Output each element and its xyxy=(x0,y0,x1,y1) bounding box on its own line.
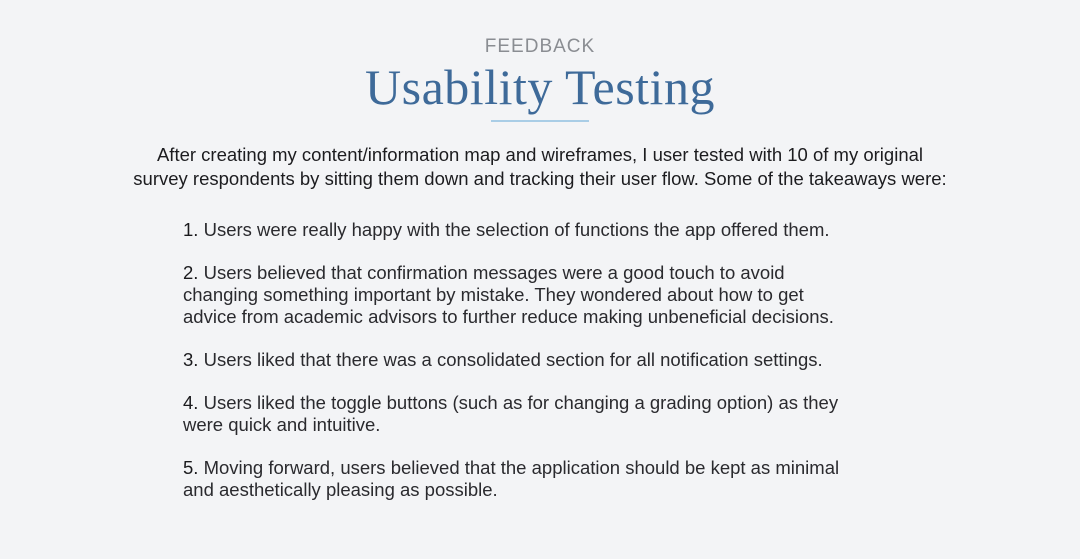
takeaway-item-2: 2. Users believed that confirmation mess… xyxy=(183,262,923,328)
intro-line-1: After creating my content/information ma… xyxy=(156,144,924,165)
title-underline-divider xyxy=(491,120,589,122)
takeaway-text: were quick and intuitive. xyxy=(183,414,381,435)
takeaway-item-4: 4. Users liked the toggle buttons (such … xyxy=(183,392,923,436)
takeaway-text: changing something important by mistake.… xyxy=(183,284,804,305)
takeaway-item-3: 3. Users liked that there was a consolid… xyxy=(183,349,923,371)
takeaway-number: 5. xyxy=(183,457,199,478)
takeaway-text: Moving forward, users believed that the … xyxy=(203,457,840,478)
takeaway-item-1: 1. Users were really happy with the sele… xyxy=(183,219,923,241)
intro-paragraph: After creating my content/information ma… xyxy=(60,143,1020,191)
takeaway-text: Users liked the toggle buttons (such as … xyxy=(203,392,839,413)
takeaway-text: Users were really happy with the selecti… xyxy=(203,219,830,240)
takeaway-text: Users liked that there was a consolidate… xyxy=(203,349,823,370)
takeaways-list: 1. Users were really happy with the sele… xyxy=(183,219,923,522)
intro-line-2: survey respondents by sitting them down … xyxy=(133,168,947,189)
page-title: Usability Testing xyxy=(365,59,715,115)
takeaway-number: 2. xyxy=(183,262,199,283)
takeaway-text: and aesthetically pleasing as possible. xyxy=(183,479,498,500)
feedback-slide: FEEDBACK Usability Testing After creatin… xyxy=(0,0,1080,559)
takeaway-text: Users believed that confirmation message… xyxy=(203,262,785,283)
takeaway-number: 3. xyxy=(183,349,199,370)
takeaway-text: advice from academic advisors to further… xyxy=(183,306,834,327)
takeaway-item-5: 5. Moving forward, users believed that t… xyxy=(183,457,923,501)
section-eyebrow: FEEDBACK xyxy=(484,36,596,57)
takeaway-number: 4. xyxy=(183,392,199,413)
takeaway-number: 1. xyxy=(183,219,199,240)
